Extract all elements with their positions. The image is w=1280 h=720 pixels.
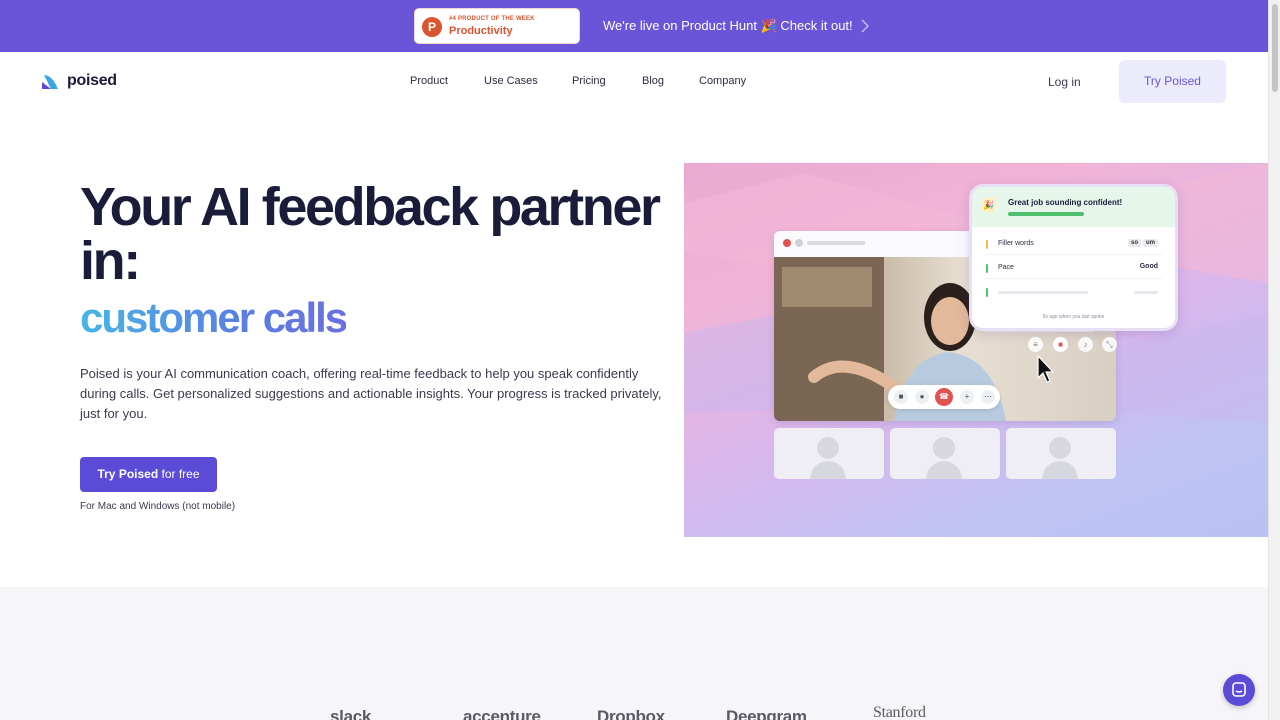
end-call-icon[interactable]: ☎ [935, 388, 953, 406]
confidence-bar [1008, 212, 1084, 216]
record-icon[interactable]: ■ [1053, 337, 1068, 352]
window-dot-grey [795, 239, 803, 247]
announcement-bar[interactable]: P #4 PRODUCT OF THE WEEK Productivity We… [0, 0, 1268, 52]
participant-avatar-head [1049, 437, 1071, 459]
brand-name: poised [67, 72, 117, 89]
logo-slack: slack [330, 707, 372, 720]
placeholder-line [998, 291, 1088, 294]
call-controls: ■ ● ☎ + ⋯ [888, 385, 1000, 409]
feedback-row-pace: Pace Good [986, 259, 1162, 279]
nav-use-cases[interactable]: Use Cases [484, 75, 538, 87]
participant-tile [1006, 428, 1116, 479]
participant-avatar-head [817, 437, 839, 459]
feedback-value: Good [1139, 263, 1158, 270]
bars-icon[interactable]: ≡ [1028, 337, 1043, 352]
placeholder-line [1134, 291, 1158, 294]
logo-deepgram: Deepgram [726, 707, 807, 720]
participant-avatar-body [1042, 461, 1078, 479]
login-link[interactable]: Log in [1048, 75, 1081, 89]
logo-stanford: Stanford [873, 704, 926, 720]
party-icon: 🎉 [981, 197, 997, 213]
product-hunt-badge[interactable]: P #4 PRODUCT OF THE WEEK Productivity [414, 8, 580, 44]
participant-avatar-body [926, 461, 962, 479]
status-tick [986, 264, 988, 273]
cta-bold-text: Try Poised [97, 467, 159, 481]
camera-icon[interactable]: ■ [894, 390, 908, 404]
try-free-button[interactable]: Try Poised for free [80, 457, 217, 492]
collapse-icon[interactable]: ⤡ [1102, 337, 1117, 352]
filler-chip: so [1127, 239, 1141, 247]
feedback-label: Filler words [998, 240, 1034, 247]
participant-tile [774, 428, 884, 479]
poised-logo-icon [42, 75, 58, 89]
status-tick [986, 288, 988, 297]
overlay-controls: ≡ ■ ♪ ⤡ [1028, 336, 1122, 354]
announcement-text[interactable]: We're live on Product Hunt 🎉 Check it ou… [603, 18, 853, 34]
product-hunt-logo-icon: P [422, 17, 442, 37]
more-icon[interactable]: ⋯ [981, 390, 995, 404]
chevron-right-icon[interactable] [859, 19, 871, 33]
page-scrollbar[interactable] [1268, 0, 1280, 720]
platform-note: For Mac and Windows (not mobile) [80, 501, 236, 512]
brand-logo[interactable]: poised [42, 72, 122, 92]
hero-accent: customer calls [80, 294, 348, 341]
feedback-label: Pace [998, 264, 1014, 271]
participant-tile [890, 428, 1000, 479]
logo-dropbox: Dropbox [597, 707, 665, 720]
bell-icon[interactable]: ♪ [1078, 337, 1093, 352]
chat-launcher-button[interactable] [1223, 674, 1255, 706]
filler-chip: um [1143, 239, 1158, 247]
customer-logos-section [0, 587, 1268, 720]
chat-icon [1232, 682, 1246, 697]
badge-kicker: #4 PRODUCT OF THE WEEK [449, 16, 535, 22]
scrollbar-thumb[interactable] [1272, 4, 1278, 92]
participant-avatar-body [810, 461, 846, 479]
logo-accenture: accenture [463, 707, 541, 720]
badge-category: Productivity [449, 25, 513, 37]
hero-description: Poised is your AI communication coach, o… [80, 366, 662, 421]
feedback-title: Great job sounding confident! [1008, 198, 1123, 207]
nav-company[interactable]: Company [699, 75, 746, 87]
nav-product[interactable]: Product [410, 75, 448, 87]
nav-pricing[interactable]: Pricing [572, 75, 606, 87]
feedback-panel: 🎉 Great job sounding confident! Filler w… [969, 184, 1178, 331]
add-person-icon[interactable]: + [960, 390, 974, 404]
filler-chips: so um [1126, 239, 1158, 247]
feedback-row-filler-words: Filler words so um [986, 235, 1162, 255]
hero-title: Your AI feedback partner in: [80, 177, 661, 291]
try-poised-button[interactable]: Try Poised [1119, 60, 1226, 103]
mouse-cursor-icon [1037, 354, 1055, 383]
feedback-header: 🎉 Great job sounding confident! [972, 187, 1175, 227]
participant-avatar-head [933, 437, 955, 459]
window-title-placeholder [807, 241, 865, 245]
mic-icon[interactable]: ● [915, 390, 929, 404]
status-tick [986, 240, 988, 249]
feedback-row-placeholder [986, 283, 1162, 303]
cta-text: for free [158, 467, 200, 481]
window-dot-red [783, 239, 791, 247]
nav-blog[interactable]: Blog [642, 75, 664, 87]
feedback-footer: 5s ago when you last spoke [1042, 314, 1105, 320]
